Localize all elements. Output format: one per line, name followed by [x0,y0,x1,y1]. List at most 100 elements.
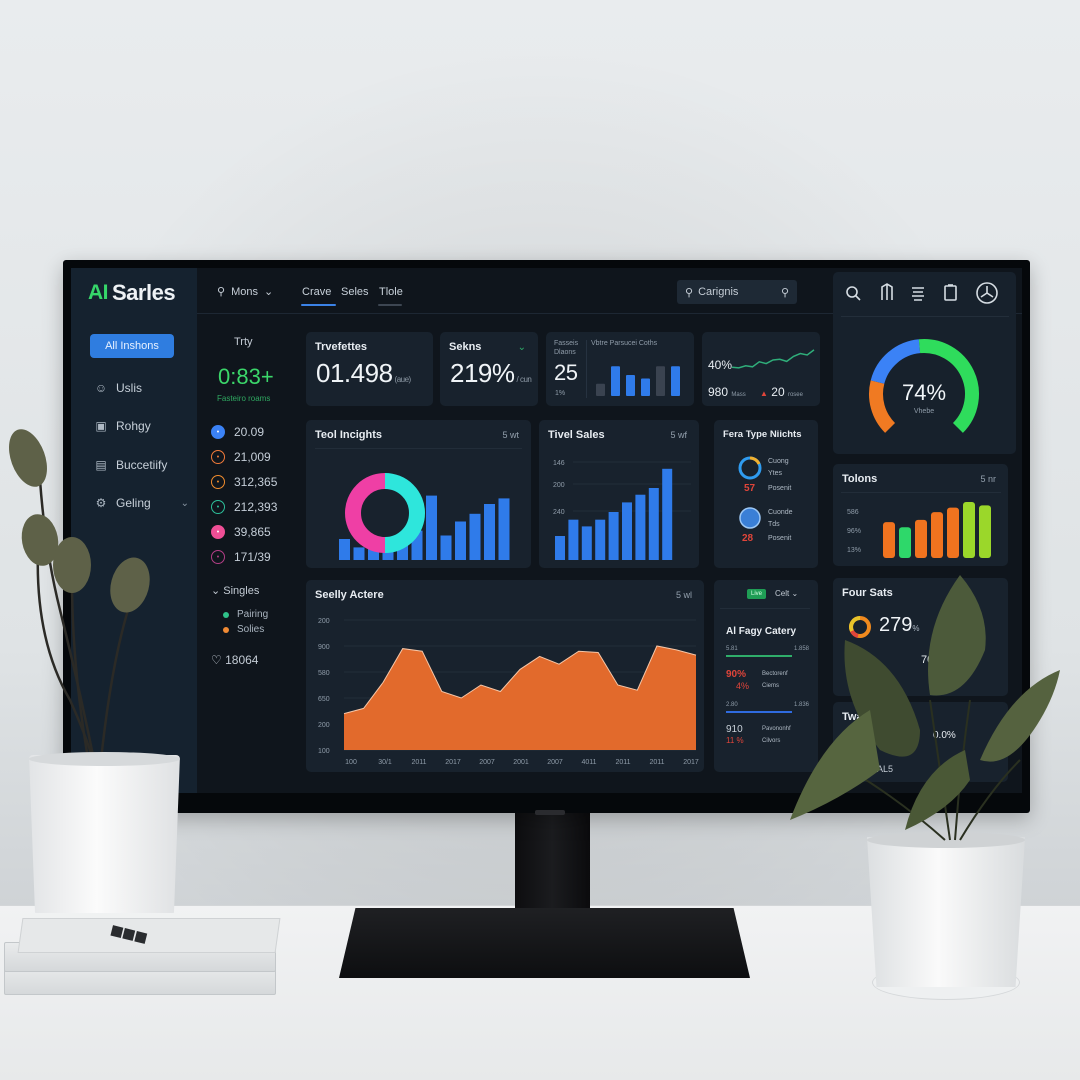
row-value: 910 [726,724,743,735]
donut-segment [345,473,386,553]
item-name: Cuong [768,458,789,465]
singles-section-toggle[interactable]: ⌄ Singles [211,584,259,597]
gauge-chart: 74% Vhebe [869,339,979,433]
highlight-subtitle: Fasteiro roams [217,394,271,403]
kpi-value: 01.498 (aue) [316,358,411,389]
sidebar-item-users[interactable]: ☺ Uslis [94,381,189,395]
kpi-card-sales[interactable]: Sekns ⌄ 219% / cun [440,332,538,406]
sparkline-card[interactable]: 40% 980 Mass ▲ 20 rosee [702,332,820,406]
mini-bar [611,366,620,396]
x-tick-label: 2001 [513,759,529,766]
right-plant [790,575,1060,841]
clipboard-icon[interactable] [944,284,957,301]
plant-leaf [980,670,1060,762]
tool-insights-card: Teol Incights 5 wt [306,420,531,568]
y-tick-label: 650 [318,696,330,703]
monitor-brand-badge [535,810,565,815]
metric-value: 21,009 [234,450,271,464]
search-submit-icon[interactable]: ⚲ [781,286,789,299]
metric-row: • 312,365 [211,475,277,489]
chevron-down-icon: ⌄ [211,585,224,597]
live-badge: Live [747,589,767,599]
app-name: Sarles [112,280,176,305]
metric-icon: • [211,550,225,564]
metric-icon: • [211,500,225,514]
y-tick-label: 100 [318,748,330,755]
today-label: Trty [234,336,253,348]
row-left: 2.80 [726,702,738,708]
row-label-2: Cilvors [762,738,781,744]
stack-icon[interactable] [912,287,924,301]
left-plant [9,429,150,771]
tolons-card: Tolons 5 nr 586 96% 13% [833,464,1008,566]
tivel-sales-card: Tivel Sales 5 wf 146 200 240 [539,420,699,568]
search-icon: ⚲ [685,286,694,299]
gauge-label: Vhebe [914,408,934,415]
gauge-card: 74% Vhebe [833,272,1016,454]
sparkline-line [731,349,815,369]
item-sub: Ytes [768,470,783,477]
search-input[interactable]: ⚲ Carignis ⚲ [677,280,797,304]
y-tick-label: 200 [318,722,330,729]
row-label-2: Ciems [762,683,780,689]
mini-bar [596,383,605,396]
bar [581,526,592,560]
footer-metric: ♡ 18064 [211,653,258,667]
search-icon[interactable] [846,286,861,301]
row-sub: 4% [736,681,750,691]
item-value: 28 [742,533,754,544]
item-label: Posenit [768,485,792,492]
y-tick-label: 96% [847,528,861,535]
kpi-unit: (aue) [394,375,412,384]
tab-title[interactable]: Tlole [379,286,403,298]
y-tick-label: 200 [553,482,565,489]
section-label: Singles [223,585,260,597]
kpi-card-trvefettes[interactable]: Trvefettes 01.498 (aue) [306,332,433,406]
legend-dot [223,611,229,618]
app-logo[interactable]: AI Sarles [88,280,176,306]
kpi-card-mini-bars[interactable]: Fasseis Dlaons Vbtre Parsucei Coths 25 1… [546,332,694,406]
bar [555,536,565,560]
legend-label: Solies [237,624,265,635]
row-sub: 11 % [726,736,744,745]
metric-value: 39,865 [234,525,271,539]
user-circle-icon[interactable] [976,282,998,304]
kpi-title: Sekns [449,341,482,353]
chevron-down-icon[interactable]: ⌄ [518,342,526,353]
kpi-value: 25 [554,360,578,385]
metric-value: 212,393 [234,500,278,514]
footer-left-unit: Mass [731,392,746,398]
kpi-title: Fasseis Dlaons [554,340,579,356]
metric-value: 20.09 [234,425,265,439]
kpi-number: 219% [450,358,515,388]
tab-crave[interactable]: Crave [302,286,331,298]
left-plant-pot [29,755,180,913]
bar [635,494,646,560]
tab-sales[interactable]: Seles [341,286,369,298]
bar [455,521,466,560]
x-tick-label: 2007 [479,759,495,766]
active-tab-indicator [301,304,336,306]
item-name: Cuonde [768,509,793,516]
bar [662,468,673,560]
item-label: Posenit [768,535,792,542]
area-fill [344,646,696,750]
seelly-actere-card: Seelly Actere 5 wl 100 200 650 580 900 200 100… [306,580,704,772]
menu-label: Mons [231,285,258,298]
legend-dot [223,626,229,633]
x-tick-label: 2011 [615,759,630,766]
bar [498,498,510,560]
all-insights-button[interactable]: All Inshons [90,334,174,358]
highlight-value: 0:83+ [218,364,274,389]
y-tick-label: 146 [553,460,565,467]
bookmark-icon[interactable] [881,283,893,300]
legend-item: Pairing [223,609,268,620]
legend-label: Pairing [237,609,269,620]
menu-dropdown[interactable]: ⚲ Mons ⌄ [217,285,274,299]
kpi-title: Trvefettes [315,341,367,353]
area-chart: 100 200 650 580 900 200 100 30/1 2011 2017 2007 200… [318,618,699,766]
y-tick-label: 240 [553,509,565,516]
gauge-segment [869,380,896,433]
mini-bar [671,366,680,396]
chevron-down-icon: ⌄ [263,286,274,298]
